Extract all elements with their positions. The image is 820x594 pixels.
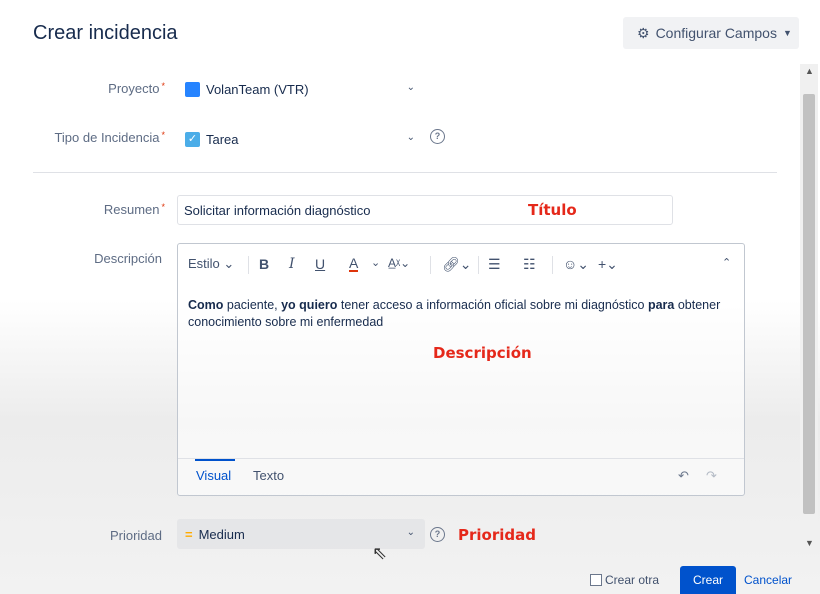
editor-toolbar: Estilo ⌄ B I U A ⌄ A̲ᵡ⌄ 🔗︎⌄ ☰ ☷ ☺⌄ +⌄ ⌃ <box>178 244 744 288</box>
active-tab-indicator <box>195 459 235 461</box>
dialog-header: Crear incidencia ⚙ Configurar Campos ▼ <box>0 0 820 64</box>
configure-fields-label: Configurar Campos <box>655 25 777 41</box>
priority-value: Medium <box>198 526 245 542</box>
description-label: Descripción <box>94 251 162 266</box>
priority-select[interactable]: = Medium ⌄ <box>177 519 425 549</box>
redo-icon[interactable]: ↷ <box>706 468 717 484</box>
create-another-label: Crear otra <box>605 573 660 587</box>
divider <box>33 172 777 173</box>
priority-annotation: Prioridad <box>458 526 536 544</box>
help-icon[interactable]: ? <box>430 527 445 542</box>
cancel-button[interactable]: Cancelar <box>744 573 792 587</box>
required-marker: * <box>161 202 165 212</box>
project-avatar-icon <box>185 81 200 97</box>
priority-medium-icon: = <box>185 526 193 542</box>
help-icon[interactable]: ? <box>430 129 445 144</box>
gear-icon: ⚙ <box>637 24 650 41</box>
create-issue-dialog: Crear incidencia ⚙ Configurar Campos ▼ ▲… <box>0 0 820 594</box>
project-label: Proyecto * <box>108 81 165 96</box>
project-value: VolanTeam (VTR) <box>206 81 309 97</box>
italic-icon[interactable]: I <box>289 256 295 272</box>
toolbar-separator <box>478 256 479 274</box>
emoji-icon[interactable]: ☺⌄ <box>563 256 589 273</box>
scroll-up-icon[interactable]: ▲ <box>805 66 814 76</box>
chevron-down-icon[interactable]: ⌄ <box>371 256 380 269</box>
bold-icon[interactable]: B <box>259 256 269 272</box>
tab-texto[interactable]: Texto <box>253 468 284 483</box>
task-checkbox-icon: ✓ <box>185 131 200 147</box>
chevron-down-icon: ⌄ <box>406 132 415 143</box>
required-marker: * <box>161 81 165 91</box>
bold-text: Como <box>188 298 224 312</box>
numbered-list-icon[interactable]: ☷ <box>523 256 536 273</box>
bold-text: para <box>647 298 675 312</box>
checkbox-box[interactable] <box>590 574 602 586</box>
chevron-down-icon: ▼ <box>782 28 792 38</box>
text-color-icon[interactable]: A <box>349 256 359 272</box>
dialog-title: Crear incidencia <box>33 22 178 44</box>
priority-label: Prioridad <box>109 528 162 543</box>
scroll-down-icon[interactable]: ▼ <box>805 538 814 548</box>
description-text[interactable]: Como paciente, yo quiero tener acceso a … <box>188 297 740 331</box>
project-select[interactable]: VolanTeam (VTR) ⌄ <box>177 74 425 104</box>
chevron-down-icon: ⌄ <box>406 82 415 93</box>
create-another-checkbox[interactable]: Crear otra <box>590 573 659 587</box>
scrollbar[interactable]: ▲ ▼ <box>800 64 818 554</box>
editor-mode-tabs: Visual Texto ↶ ↷ <box>178 458 744 497</box>
text-segment: paciente, <box>223 298 282 312</box>
configure-fields-button[interactable]: ⚙ Configurar Campos ▼ <box>623 17 799 49</box>
undo-icon[interactable]: ↶ <box>678 468 689 484</box>
tab-visual[interactable]: Visual <box>196 468 231 483</box>
chevron-down-icon: ⌄ <box>406 527 415 538</box>
summary-label: Resumen * <box>103 202 165 217</box>
scroll-thumb[interactable] <box>803 94 815 514</box>
description-annotation: Descripción <box>433 344 532 362</box>
summary-value: Solicitar información diagnóstico <box>184 202 371 218</box>
description-editor[interactable]: Estilo ⌄ B I U A ⌄ A̲ᵡ⌄ 🔗︎⌄ ☰ ☷ ☺⌄ +⌄ ⌃ … <box>177 243 745 496</box>
text-style-dropdown[interactable]: Estilo ⌄ <box>188 256 234 272</box>
title-annotation: Título <box>528 201 577 219</box>
issue-type-label: Tipo de Incidencia * <box>54 130 165 145</box>
required-marker: * <box>161 130 165 140</box>
toolbar-separator <box>248 256 249 274</box>
toolbar-separator <box>430 256 431 274</box>
collapse-toolbar-icon[interactable]: ⌃ <box>722 256 731 269</box>
issue-type-value: Tarea <box>206 131 239 147</box>
mouse-pointer-icon: ⇖ <box>372 543 388 563</box>
summary-input[interactable]: Solicitar información diagnóstico <box>177 195 673 225</box>
text-segment: tener acceso a información oficial sobre… <box>337 298 648 312</box>
insert-plus-icon[interactable]: +⌄ <box>598 256 618 273</box>
toolbar-separator <box>552 256 553 274</box>
underline-icon[interactable]: U <box>315 256 325 272</box>
issue-type-select[interactable]: ✓ Tarea ⌄ <box>177 124 425 154</box>
bullet-list-icon[interactable]: ☰ <box>488 256 501 273</box>
create-button[interactable]: Crear <box>680 566 736 594</box>
link-icon[interactable]: 🔗︎⌄ <box>442 256 472 273</box>
more-formatting-icon[interactable]: A̲ᵡ⌄ <box>388 256 410 270</box>
bold-text: yo quiero <box>281 298 338 312</box>
